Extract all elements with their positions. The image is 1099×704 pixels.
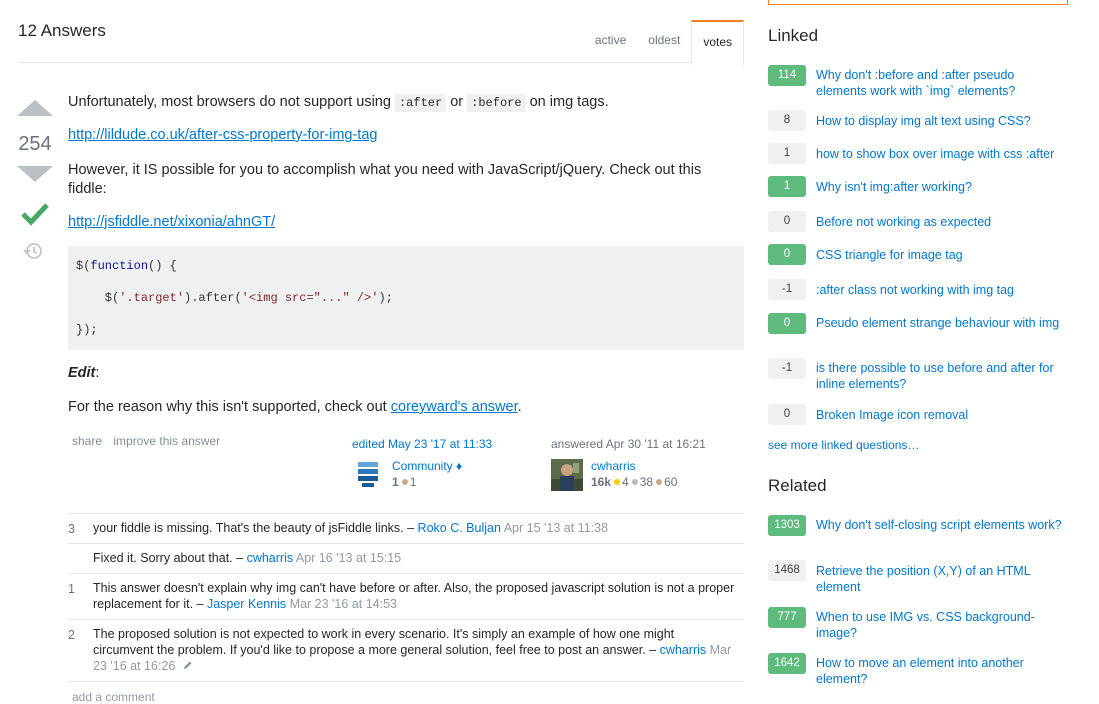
- comment-score: 2: [68, 628, 75, 642]
- edit-label: Edit:: [68, 365, 100, 381]
- linked-question-link[interactable]: how to show box over image with css :aft…: [816, 146, 1068, 162]
- linked-score-badge: 1: [768, 143, 806, 164]
- linked-question-link[interactable]: Why don't :before and :after pseudo elem…: [816, 67, 1068, 99]
- edited-pencil-icon: [183, 661, 192, 670]
- comments-list: 3 your fiddle is missing. That's the bea…: [68, 513, 744, 682]
- comment-date[interactable]: Apr 16 '13 at 15:15: [296, 551, 401, 565]
- answerer-card: answered Apr 30 '11 at 16:21 cwharris 16…: [551, 437, 741, 493]
- cwharris-avatar[interactable]: [551, 459, 583, 491]
- editor-name[interactable]: Community ♦: [392, 459, 462, 473]
- linked-question-link[interactable]: How to display img alt text using CSS?: [816, 113, 1068, 129]
- answerer-reputation: 16k 4 38 60: [591, 475, 678, 489]
- comment-user[interactable]: cwharris: [660, 643, 707, 657]
- comment-score: 3: [68, 522, 75, 536]
- linked-question-link[interactable]: Before not working as expected: [816, 214, 1068, 230]
- comment-user[interactable]: Roko C. Buljan: [418, 521, 501, 535]
- history-icon[interactable]: [23, 241, 43, 261]
- improve-answer-link[interactable]: improve this answer: [113, 434, 220, 448]
- answers-header: 12 Answers active oldest votes: [18, 0, 744, 65]
- linked-score-badge: 114: [768, 65, 806, 86]
- answered-timestamp[interactable]: answered Apr 30 '11 at 16:21: [551, 437, 741, 451]
- linked-question-link[interactable]: is there possible to use before and afte…: [816, 360, 1068, 392]
- related-question-link[interactable]: Retrieve the position (X,Y) of an HTML e…: [816, 563, 1068, 595]
- linked-question-link[interactable]: CSS triangle for image tag: [816, 247, 1068, 263]
- coreyward-answer-link[interactable]: coreyward's answer: [391, 399, 518, 415]
- editor-card: edited May 23 '17 at 11:33 Community ♦ 1…: [352, 437, 542, 493]
- related-score-badge: 1468: [768, 560, 806, 581]
- code-block: $(function() { $('.target').after('<img …: [68, 246, 744, 350]
- linked-question-link[interactable]: :after class not working with img tag: [816, 282, 1068, 298]
- linked-score-badge: -1: [768, 358, 806, 379]
- share-link[interactable]: share: [72, 434, 102, 448]
- community-avatar[interactable]: [352, 459, 384, 491]
- sort-tabs: active oldest votes: [584, 20, 744, 65]
- linked-question-link[interactable]: Broken Image icon removal: [816, 407, 1068, 423]
- related-title: Related: [768, 476, 827, 495]
- add-comment-link[interactable]: add a comment: [72, 690, 155, 704]
- linked-score-badge: -1: [768, 279, 806, 300]
- sidebar-top-box: [768, 0, 1068, 5]
- linked-score-badge: 0: [768, 211, 806, 232]
- comment: 1 This answer doesn't explain why img ca…: [68, 574, 744, 620]
- linked-score-badge: 0: [768, 244, 806, 265]
- comment: 3 your fiddle is missing. That's the bea…: [68, 514, 744, 544]
- linked-title: Linked: [768, 26, 819, 45]
- tab-active[interactable]: active: [584, 20, 637, 62]
- comment-user[interactable]: cwharris: [247, 551, 294, 565]
- lildude-link[interactable]: http://lildude.co.uk/after-css-property-…: [68, 126, 377, 145]
- jsfiddle-link[interactable]: http://jsfiddle.net/xixonia/ahnGT/: [68, 213, 275, 232]
- comment-user[interactable]: Jasper Kennis: [207, 597, 286, 611]
- answers-count: 12 Answers: [18, 21, 106, 40]
- related-score-badge: 777: [768, 607, 806, 628]
- vote-count: 254: [18, 133, 52, 155]
- accepted-check-icon: [21, 203, 49, 226]
- post-menu: share improve this answer: [72, 434, 228, 448]
- downvote-button[interactable]: [17, 166, 53, 182]
- see-more-linked-link[interactable]: see more linked questions…: [768, 438, 919, 452]
- linked-score-badge: 0: [768, 313, 806, 334]
- comment-score: 1: [68, 582, 75, 596]
- comment-date[interactable]: Mar 23 '16 at 14:53: [290, 597, 397, 611]
- linked-question-link[interactable]: Pseudo element strange behaviour with im…: [816, 315, 1068, 331]
- related-score-badge: 1303: [768, 515, 806, 536]
- comment: 2 The proposed solution is not expected …: [68, 620, 744, 682]
- tab-votes[interactable]: votes: [691, 20, 744, 65]
- answer-paragraph-1: Unfortunately, most browsers do not supp…: [68, 94, 609, 112]
- answer-paragraph-2: However, it IS possible for you to accom…: [68, 162, 702, 197]
- tab-oldest[interactable]: oldest: [637, 20, 691, 62]
- related-question-link[interactable]: Why don't self-closing script elements w…: [816, 517, 1068, 533]
- upvote-button[interactable]: [17, 100, 53, 116]
- edited-timestamp[interactable]: edited May 23 '17 at 11:33: [352, 437, 542, 451]
- related-score-badge: 1642: [768, 653, 806, 674]
- vote-column: 254: [17, 100, 53, 261]
- code-after: :after: [394, 94, 447, 112]
- answer-paragraph-reason: For the reason why this isn't supported,…: [68, 399, 522, 415]
- linked-score-badge: 0: [768, 404, 806, 425]
- linked-score-badge: 8: [768, 110, 806, 131]
- related-question-link[interactable]: How to move an element into another elem…: [816, 655, 1068, 687]
- code-before: :before: [467, 94, 526, 112]
- comment: Fixed it. Sorry about that. – cwharris A…: [68, 544, 744, 574]
- linked-score-badge: 1: [768, 176, 806, 197]
- linked-question-link[interactable]: Why isn't img:after working?: [816, 179, 1068, 195]
- answerer-name[interactable]: cwharris: [591, 459, 677, 473]
- comment-date[interactable]: Apr 15 '13 at 11:38: [504, 521, 608, 535]
- related-question-link[interactable]: When to use IMG vs. CSS background-image…: [816, 609, 1068, 641]
- editor-reputation: 11: [392, 475, 417, 489]
